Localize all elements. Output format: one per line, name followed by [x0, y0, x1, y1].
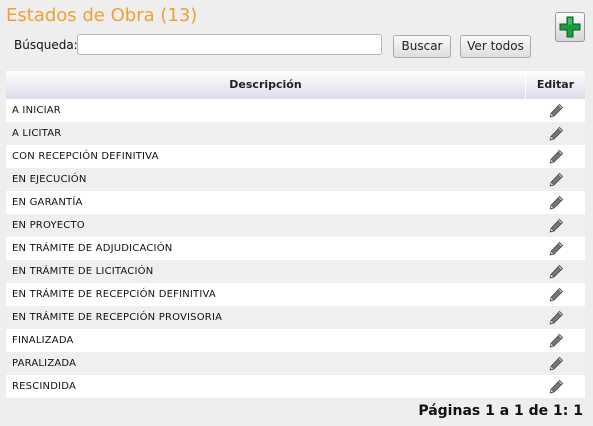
header-descripcion[interactable]: Descripción — [6, 71, 526, 99]
add-button[interactable] — [555, 12, 585, 42]
pagination-summary: Páginas 1 a 1 de 1: 1 — [418, 403, 583, 419]
row-description: RESCINDIDA — [12, 381, 77, 392]
pencil-icon[interactable] — [548, 218, 564, 234]
table-row: PARALIZADA — [6, 352, 585, 375]
table-body: A INICIAR A LICITAR CON RECEPCIÓN DEFINITI… — [6, 99, 585, 398]
row-description: A LICITAR — [12, 128, 62, 139]
plus-icon — [559, 16, 581, 38]
pencil-icon[interactable] — [548, 241, 564, 257]
edit-cell — [526, 103, 585, 119]
row-description: CON RECEPCIÓN DEFINITIVA — [12, 151, 159, 162]
edit-cell — [526, 195, 585, 211]
table-row: A LICITAR — [6, 122, 585, 145]
pencil-icon[interactable] — [548, 379, 564, 395]
edit-cell — [526, 149, 585, 165]
pencil-icon[interactable] — [548, 356, 564, 372]
pencil-icon[interactable] — [548, 310, 564, 326]
header-editar: Editar — [536, 78, 575, 91]
edit-cell — [526, 356, 585, 372]
table-row: EN TRÁMITE DE RECEPCIÓN DEFINITIVA — [6, 283, 585, 306]
search-button[interactable]: Buscar — [393, 35, 451, 58]
pencil-icon[interactable] — [548, 103, 564, 119]
pencil-icon[interactable] — [548, 195, 564, 211]
row-description: EN TRÁMITE DE RECEPCIÓN PROVISORIA — [12, 312, 223, 323]
table-row: FINALIZADA — [6, 329, 585, 352]
pencil-icon[interactable] — [548, 172, 564, 188]
table-row: A INICIAR — [6, 99, 585, 122]
row-description: EN GARANTÍA — [12, 197, 83, 208]
table-header: Descripción Editar — [6, 71, 585, 99]
row-description: EN TRÁMITE DE ADJUDICACIÓN — [12, 243, 173, 254]
pencil-icon[interactable] — [548, 149, 564, 165]
table-row: RESCINDIDA — [6, 375, 585, 398]
pencil-icon[interactable] — [548, 126, 564, 142]
states-table: Descripción Editar A INICIAR A LICITAR CON… — [6, 71, 585, 398]
table-row: EN GARANTÍA — [6, 191, 585, 214]
edit-cell — [526, 218, 585, 234]
edit-cell — [526, 287, 585, 303]
row-description: A INICIAR — [12, 105, 61, 116]
row-description: EN TRÁMITE DE RECEPCIÓN DEFINITIVA — [12, 289, 216, 300]
table-row: CON RECEPCIÓN DEFINITIVA — [6, 145, 585, 168]
edit-cell — [526, 264, 585, 280]
row-description: EN PROYECTO — [12, 220, 85, 231]
row-description: EN EJECUCIÓN — [12, 174, 87, 185]
table-row: EN EJECUCIÓN — [6, 168, 585, 191]
page-title: Estados de Obra (13) — [6, 5, 198, 26]
pencil-icon[interactable] — [548, 333, 564, 349]
table-row: EN TRÁMITE DE ADJUDICACIÓN — [6, 237, 585, 260]
row-description: FINALIZADA — [12, 335, 74, 346]
edit-cell — [526, 241, 585, 257]
edit-cell — [526, 310, 585, 326]
pencil-icon[interactable] — [548, 264, 564, 280]
edit-cell — [526, 379, 585, 395]
edit-cell — [526, 126, 585, 142]
row-description: EN TRÁMITE DE LICITACIÓN — [12, 266, 154, 277]
table-row: EN TRÁMITE DE LICITACIÓN — [6, 260, 585, 283]
table-row: EN PROYECTO — [6, 214, 585, 237]
search-input[interactable] — [77, 34, 382, 55]
pencil-icon[interactable] — [548, 287, 564, 303]
table-row: EN TRÁMITE DE RECEPCIÓN PROVISORIA — [6, 306, 585, 329]
row-description: PARALIZADA — [12, 358, 77, 369]
edit-cell — [526, 333, 585, 349]
search-label: Búsqueda: — [14, 38, 78, 52]
view-all-button[interactable]: Ver todos — [460, 35, 531, 58]
edit-cell — [526, 172, 585, 188]
